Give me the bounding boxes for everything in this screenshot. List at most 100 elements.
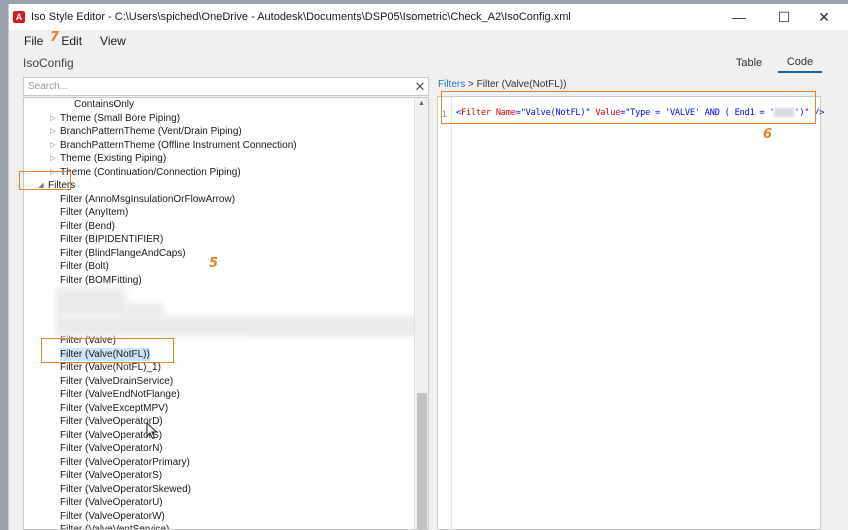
tree-item[interactable]: Filter (AnnoMsgInsulationOrFlowArrow) xyxy=(60,193,235,207)
breadcrumb-separator: > xyxy=(468,79,474,90)
tree-item-label: BranchPatternTheme (Offline Instrument C… xyxy=(60,139,297,151)
code-line-1[interactable]: <Filter Name="Valve(NotFL)" Value="Type … xyxy=(456,108,824,118)
tree-search-box: ✕ xyxy=(23,77,429,96)
tree-item[interactable]: Filter (ValveExceptMPV) xyxy=(60,402,168,416)
tree-item[interactable]: ▷ BranchPatternTheme (Offline Instrument … xyxy=(48,139,297,153)
code-close-bracket: /> xyxy=(814,108,825,118)
tree-item-label: Theme (Existing Piping) xyxy=(60,153,167,165)
tree-item-label: Filter (BlindFlangeAndCaps) xyxy=(60,247,186,259)
search-input[interactable] xyxy=(24,78,412,95)
redacted-region xyxy=(124,303,164,317)
tree-item[interactable]: Filter (ValveOperatorS) xyxy=(60,469,162,483)
tree-item-label: Filter (ValveOperatorW) xyxy=(60,510,165,522)
tree-item[interactable]: Filter (Valve) xyxy=(60,334,116,348)
maximize-button[interactable]: ☐ xyxy=(764,4,804,30)
collapsed-arrow-icon[interactable]: ▷ xyxy=(48,139,58,152)
tree-item-label: Filter (ValveOperatorN) xyxy=(60,443,163,455)
tree-item-label: Filter (ValveOperatorS) xyxy=(60,470,163,482)
tree-item[interactable]: Filter (ValveVentService) xyxy=(60,523,170,530)
code-editor[interactable]: 1 <Filter Name="Valve(NotFL)" Value="Typ… xyxy=(437,96,824,530)
minimize-button[interactable]: — xyxy=(719,4,759,30)
menu-view[interactable]: View xyxy=(91,34,135,48)
tree-item-label: Filter (ValveVentService) xyxy=(60,524,170,530)
tree-item-label: Filter (AnnoMsgInsulationOrFlowArrow) xyxy=(60,193,236,205)
code-attr-value-name: Value xyxy=(595,108,621,118)
tree-item-label: ContainsOnly xyxy=(74,99,135,111)
expanded-arrow-icon[interactable]: ◢ xyxy=(36,179,46,192)
collapsed-arrow-icon[interactable]: ▷ xyxy=(48,112,58,125)
tree-item[interactable]: Filter (ValveDrainService) xyxy=(60,375,173,389)
tree-item-label: Filter (BIPIDENTIFIER) xyxy=(60,234,164,246)
tab-code[interactable]: Code xyxy=(778,53,822,73)
tree-item[interactable]: Filter (ValveOperatorSkewed) xyxy=(60,483,191,497)
tree-item[interactable]: Filter (ValveOperatorPrimary) xyxy=(60,456,190,470)
tree-item-label: Filter (ValveOperatorPrimary) xyxy=(60,456,190,468)
code-attr-value: "Valve(NotFL)" xyxy=(520,108,591,118)
tree-item-label: Filter (ValveExceptMPV) xyxy=(60,402,169,414)
redacted-region xyxy=(254,320,414,334)
redacted-region xyxy=(56,288,126,316)
tree-item[interactable]: ◢ Filters xyxy=(36,179,75,193)
tree-item[interactable]: ▷ Theme (Continuation/Connection Piping) xyxy=(48,166,241,180)
tree-item-label: Filter (Valve) xyxy=(60,335,116,347)
tree-item[interactable]: Filter (Bend) xyxy=(60,220,115,234)
tree-item[interactable]: ContainsOnly xyxy=(74,98,134,112)
code-tag-name: Filter xyxy=(460,108,491,118)
breadcrumb-current: Filter (Valve(NotFL)) xyxy=(476,79,567,90)
tree-item[interactable]: Filter (Valve(NotFL)_1) xyxy=(60,361,161,375)
tree-item[interactable]: ▷ Theme (Small Bore Piping) xyxy=(48,112,180,126)
breadcrumb-filters-link[interactable]: Filters xyxy=(438,79,465,90)
menu-bar: File Edit View xyxy=(9,30,848,52)
menu-file[interactable]: File xyxy=(9,34,52,48)
clear-search-icon[interactable]: ✕ xyxy=(412,79,428,95)
mouse-cursor-icon xyxy=(146,422,158,440)
tree-item[interactable]: Filter (ValveOperatorU) xyxy=(60,496,163,510)
iso-style-editor-window: A Iso Style Editor - C:\Users\spiched\On… xyxy=(8,4,848,530)
tree-item-label: Filter (ValveDrainService) xyxy=(60,375,174,387)
tree-item-label: Filter (ValveEndNotFlange) xyxy=(60,389,180,401)
tree-item-label: Filter (Valve(NotFL)) xyxy=(60,347,150,361)
autodesk-app-icon: A xyxy=(13,11,25,23)
step-6-marker: 6 xyxy=(763,127,773,142)
tree-item[interactable]: Filter (BlindFlangeAndCaps) xyxy=(60,247,186,261)
tree-item-label: Filter (ValveOperatorU) xyxy=(60,497,163,509)
line-number: 1 xyxy=(442,109,448,119)
document-title: IsoConfig xyxy=(23,56,74,70)
tree-item[interactable]: Filter (Valve(NotFL)) xyxy=(60,347,150,362)
collapsed-arrow-icon[interactable]: ▷ xyxy=(48,125,58,138)
tree-item-label: Theme (Continuation/Connection Piping) xyxy=(60,166,241,178)
step-5-marker: 5 xyxy=(209,256,219,271)
tree-item[interactable]: Filter (ValveOperatorW) xyxy=(60,510,165,524)
collapsed-arrow-icon[interactable]: ▷ xyxy=(48,152,58,165)
scroll-up-icon[interactable]: ▲ xyxy=(415,98,428,110)
tree-item[interactable]: Filter (ValveEndNotFlange) xyxy=(60,388,180,402)
tree-item[interactable]: ▷ BranchPatternTheme (Vent/Drain Piping) xyxy=(48,125,241,139)
tree-item-label: Filter (BOMFitting) xyxy=(60,274,142,286)
tab-table[interactable]: Table xyxy=(730,53,768,73)
tree-item-label: Filter (Bend) xyxy=(60,220,116,232)
title-bar: A Iso Style Editor - C:\Users\spiched\On… xyxy=(9,4,848,30)
scroll-thumb[interactable] xyxy=(417,393,427,529)
tree-item[interactable]: Filter (AnyItem) xyxy=(60,206,128,220)
line-gutter: 1 xyxy=(438,97,452,529)
redacted-value xyxy=(774,108,795,117)
tree-item-label: Filter (Valve(NotFL)_1) xyxy=(60,362,161,374)
collapsed-arrow-icon[interactable]: ▷ xyxy=(48,166,58,179)
tree-item[interactable]: ▷ Theme (Existing Piping) xyxy=(48,152,166,166)
tree-item-label: Filter (ValveOperatorSkewed) xyxy=(60,483,191,495)
tree-item[interactable]: Filter (BIPIDENTIFIER) xyxy=(60,233,163,247)
tree-item-label: Filter (Bolt) xyxy=(60,261,109,273)
close-button[interactable]: ✕ xyxy=(804,4,844,30)
tree-item[interactable]: Filter (Bolt) xyxy=(60,260,109,274)
window-title: Iso Style Editor - C:\Users\spiched\OneD… xyxy=(31,11,571,23)
breadcrumb: Filters > Filter (Valve(NotFL)) xyxy=(438,79,566,90)
tree-item[interactable]: Filter (BOMFitting) xyxy=(60,274,142,288)
tree-scrollbar[interactable]: ▲ xyxy=(414,98,428,529)
code-value-expression-end: ')" xyxy=(794,108,810,118)
tree-item-label: Theme (Small Bore Piping) xyxy=(60,112,181,124)
tree-item-label: Filters xyxy=(48,180,76,192)
code-attr-name: Name xyxy=(495,108,516,118)
tree-item-label: Filter (AnyItem) xyxy=(60,207,129,219)
config-tree: ContainsOnly ▷ Theme (Small Bore Piping) ▷ B… xyxy=(23,97,429,530)
tree-item[interactable]: Filter (ValveOperatorN) xyxy=(60,442,163,456)
